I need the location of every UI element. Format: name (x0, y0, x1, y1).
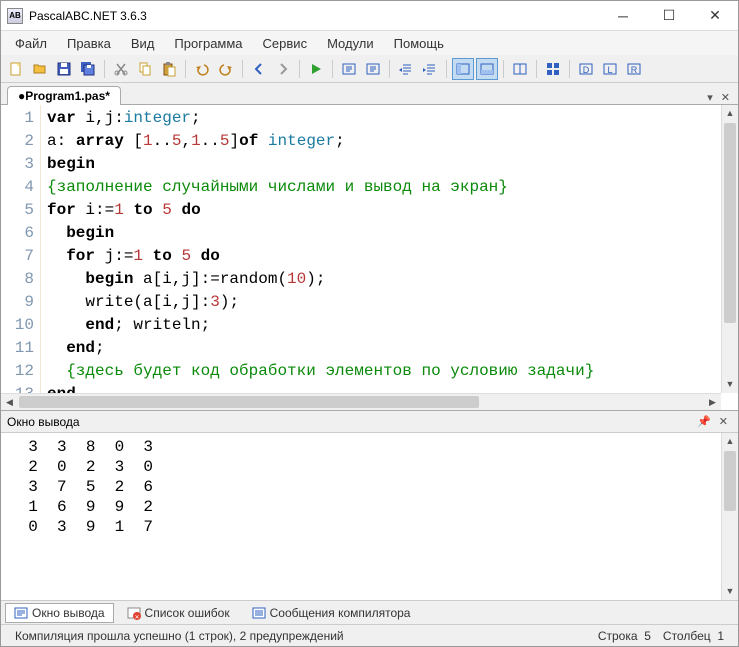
svg-text:R: R (631, 65, 638, 75)
editor-tabbar: ●Program1.pas* ▾ ✕ (1, 83, 738, 105)
open-file-icon[interactable] (29, 58, 51, 80)
window-r-icon[interactable]: R (623, 58, 645, 80)
menubar: ФайлПравкаВидПрограммаСервисМодулиПомощь (1, 31, 738, 55)
menu-Программа[interactable]: Программа (164, 33, 252, 54)
minimize-button[interactable]: ─ (600, 1, 646, 30)
new-file-icon[interactable] (5, 58, 27, 80)
menu-Помощь[interactable]: Помощь (384, 33, 454, 54)
scroll-thumb[interactable] (724, 123, 736, 323)
svg-text:D: D (583, 65, 590, 75)
step-into-icon[interactable] (338, 58, 360, 80)
run-icon[interactable] (305, 58, 327, 80)
copy-icon[interactable] (134, 58, 156, 80)
output-vscroll[interactable]: ▲ ▼ (721, 433, 738, 600)
menu-Правка[interactable]: Правка (57, 33, 121, 54)
undo-icon[interactable] (191, 58, 213, 80)
menu-Файл[interactable]: Файл (5, 33, 57, 54)
line-gutter: 12345678910111213 (1, 105, 41, 410)
tab-close-icon[interactable]: ✕ (721, 91, 730, 104)
window-title: PascalABC.NET 3.6.3 (29, 9, 600, 23)
scroll-left-icon[interactable]: ◀ (1, 394, 18, 410)
app-icon: AB (7, 8, 23, 24)
panel3-icon[interactable] (509, 58, 531, 80)
tab-icon (252, 606, 266, 620)
tab-icon: ✕ (127, 606, 141, 620)
statusbar: Компиляция прошла успешно (1 строк), 2 п… (1, 624, 738, 646)
code-area[interactable]: var i,j:integer;a: array [1..5,1..5]of i… (41, 105, 738, 410)
indent-icon[interactable] (419, 58, 441, 80)
scroll-thumb[interactable] (19, 396, 479, 408)
tab-icon (14, 606, 28, 620)
scroll-thumb[interactable] (724, 451, 736, 511)
toolbar: D L R (1, 55, 738, 83)
redo-icon[interactable] (215, 58, 237, 80)
status-col: Столбец 1 (657, 629, 730, 643)
editor-hscroll[interactable]: ◀ ▶ (1, 393, 721, 410)
panel1-icon[interactable] (452, 58, 474, 80)
editor-tab[interactable]: ●Program1.pas* (7, 86, 121, 105)
scroll-up-icon[interactable]: ▲ (722, 105, 738, 122)
code-editor[interactable]: 12345678910111213 var i,j:integer;a: arr… (1, 105, 738, 411)
pin-icon[interactable]: 📌 (693, 415, 715, 428)
titlebar: AB PascalABC.NET 3.6.3 ─ ☐ ✕ (1, 1, 738, 31)
nav-back-icon[interactable] (248, 58, 270, 80)
output-panel-title: Окно вывода (7, 415, 80, 429)
panel2-icon[interactable] (476, 58, 498, 80)
status-compile: Компиляция прошла успешно (1 строк), 2 п… (9, 629, 350, 643)
tab-dropdown-icon[interactable]: ▾ (707, 91, 713, 104)
output-panel: 3 3 8 0 3 2 0 2 3 0 3 7 5 2 6 1 6 9 9 2 … (1, 433, 738, 600)
paste-icon[interactable] (158, 58, 180, 80)
scroll-right-icon[interactable]: ▶ (704, 394, 721, 410)
bottom-tabs: Окно вывода✕Список ошибокСообщения компи… (1, 600, 738, 624)
module-icon-1[interactable] (542, 58, 564, 80)
maximize-button[interactable]: ☐ (646, 1, 692, 30)
bottom-tab-0[interactable]: Окно вывода (5, 603, 114, 623)
menu-Сервис[interactable]: Сервис (253, 33, 318, 54)
save-all-icon[interactable] (77, 58, 99, 80)
output-text[interactable]: 3 3 8 0 3 2 0 2 3 0 3 7 5 2 6 1 6 9 9 2 … (1, 433, 738, 541)
output-panel-header: Окно вывода 📌 ✕ (1, 411, 738, 433)
bottom-tab-2[interactable]: Сообщения компилятора (243, 603, 420, 623)
window-l-icon[interactable]: L (599, 58, 621, 80)
scroll-down-icon[interactable]: ▼ (722, 583, 738, 600)
window-d-icon[interactable]: D (575, 58, 597, 80)
bottom-tab-1[interactable]: ✕Список ошибок (118, 603, 239, 623)
scroll-down-icon[interactable]: ▼ (722, 376, 738, 393)
outdent-icon[interactable] (395, 58, 417, 80)
save-icon[interactable] (53, 58, 75, 80)
cut-icon[interactable] (110, 58, 132, 80)
editor-vscroll[interactable]: ▲ ▼ (721, 105, 738, 393)
nav-fwd-icon[interactable] (272, 58, 294, 80)
menu-Модули[interactable]: Модули (317, 33, 384, 54)
step-over-icon[interactable] (362, 58, 384, 80)
scroll-up-icon[interactable]: ▲ (722, 433, 738, 450)
svg-text:✕: ✕ (134, 615, 139, 620)
menu-Вид[interactable]: Вид (121, 33, 165, 54)
svg-text:L: L (607, 65, 612, 75)
panel-close-icon[interactable]: ✕ (715, 415, 732, 428)
close-button[interactable]: ✕ (692, 1, 738, 30)
status-line: Строка 5 (592, 629, 657, 643)
